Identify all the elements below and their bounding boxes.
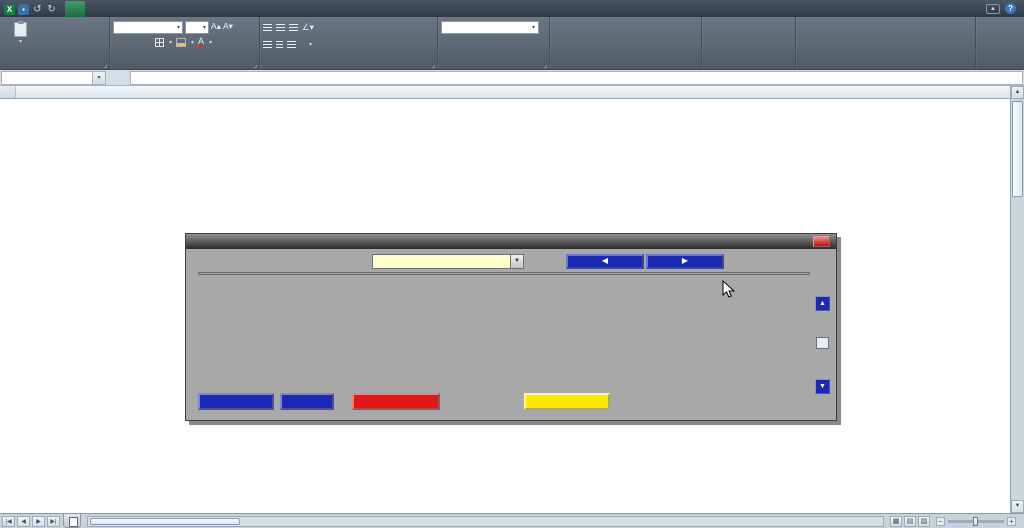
font-name-select[interactable]: ▾ [113, 21, 183, 34]
help-icon[interactable]: ? [1005, 3, 1016, 14]
dialog-close-icon[interactable] [813, 236, 830, 247]
dialog-form [198, 272, 810, 275]
excel-app-icon: X [4, 4, 15, 15]
zoom-control: − + [936, 517, 1016, 526]
undo-icon[interactable]: ↺ [32, 4, 43, 15]
collapse-ribbon-icon[interactable]: ▲ [986, 4, 1000, 14]
dialog-title-bar[interactable] [186, 234, 836, 249]
dialog-scroll-up-icon[interactable]: ▲ [815, 296, 830, 311]
table-select-value [373, 255, 510, 268]
excel-window: X ▪ ↺ ↻ ▲ ? ▾ [0, 0, 1024, 528]
submit-button[interactable] [198, 393, 274, 410]
ribbon-group-editing [796, 17, 976, 69]
cells-items [705, 19, 792, 21]
ribbon-group-number: ▾ [438, 17, 550, 69]
cancel-button[interactable] [280, 393, 334, 410]
increase-font-icon[interactable]: A▴ [211, 21, 221, 34]
decrease-font-icon[interactable]: A▾ [223, 21, 233, 34]
save-icon[interactable]: ▪ [18, 4, 29, 15]
horizontal-scrollbar[interactable] [87, 516, 884, 527]
group-label-number[interactable] [438, 59, 549, 69]
vertical-scrollbar[interactable]: ▲ ▼ [1010, 86, 1024, 513]
borders-icon[interactable] [155, 38, 164, 47]
group-label-alignment[interactable] [260, 59, 437, 69]
select-all-corner[interactable] [0, 86, 16, 98]
eingabemaske-dialog: ▼ ◀ ▶ ▲ ▼ [185, 233, 837, 421]
dialog-scroll-thumb[interactable] [816, 337, 829, 349]
ribbon: ▾ ▾ ▾ A▴ A▾ ▾ ▾ A▾ [0, 17, 1024, 70]
next-record-button[interactable]: ▶ [646, 254, 724, 269]
ribbon-group-font: ▾ ▾ A▴ A▾ ▾ ▾ A▾ [110, 17, 260, 69]
formula-bar: ▾ [0, 70, 1024, 86]
align-middle-icon[interactable] [276, 24, 285, 31]
first-sheet-icon[interactable]: |◀ [2, 516, 15, 527]
name-box[interactable] [1, 71, 93, 85]
align-center-icon[interactable] [276, 41, 283, 48]
fill-color-icon[interactable] [176, 38, 186, 47]
horizontal-scroll-thumb[interactable] [90, 518, 240, 525]
scroll-up-icon[interactable]: ▲ [1011, 86, 1024, 99]
quick-access-toolbar: X ▪ ↺ ↻ [0, 4, 63, 17]
ribbon-tab-bar: X ▪ ↺ ↻ ▲ ? [0, 0, 1024, 17]
group-label-editing[interactable] [796, 59, 975, 69]
align-top-icon[interactable] [263, 24, 272, 31]
group-label-font[interactable] [110, 59, 259, 69]
dialog-buttons [198, 393, 610, 410]
window-controls: ▲ ? [978, 3, 1024, 17]
font-color-icon[interactable]: A [198, 37, 204, 47]
group-label-styles[interactable] [550, 59, 701, 69]
formula-input[interactable] [130, 71, 1023, 85]
ribbon-group-alignment: ∠▾ ▾ [260, 17, 438, 69]
zoom-slider-thumb[interactable] [973, 517, 978, 526]
chevron-down-icon: ▾ [309, 41, 312, 48]
ribbon-group-clipboard: ▾ [0, 17, 110, 69]
align-right-icon[interactable] [287, 41, 296, 48]
column-header-row [0, 86, 1010, 99]
delete-entry-button[interactable] [524, 393, 610, 410]
clipboard-icon [14, 22, 27, 37]
zoom-slider[interactable] [948, 520, 1004, 523]
sheet-tab-bar: |◀ ◀ ▶ ▶| ▦ ▤ ▨ − + [0, 513, 1024, 528]
scroll-down-icon[interactable]: ▼ [1011, 500, 1024, 513]
align-bottom-icon[interactable] [289, 24, 298, 31]
dialog-toolbar: ▼ ◀ ▶ [198, 253, 824, 270]
zoom-in-icon[interactable]: + [1007, 517, 1016, 526]
table-select[interactable]: ▼ [372, 254, 524, 269]
wrap-text-button[interactable] [318, 21, 322, 34]
merge-center-button[interactable] [300, 38, 304, 51]
clear-all-button[interactable] [352, 393, 440, 410]
chevron-down-icon: ▾ [19, 38, 22, 45]
group-label-cells[interactable] [702, 59, 795, 69]
paste-button[interactable]: ▾ [3, 19, 37, 59]
zoom-out-icon[interactable]: − [936, 517, 945, 526]
redo-icon[interactable]: ↻ [46, 4, 57, 15]
ribbon-group-styles [550, 17, 702, 69]
insert-worksheet-icon[interactable] [63, 514, 81, 528]
styles-items [553, 19, 698, 21]
mouse-cursor-icon [722, 280, 735, 299]
name-box-dropdown-icon[interactable]: ▾ [93, 71, 106, 85]
orientation-icon[interactable]: ∠▾ [302, 22, 314, 33]
previous-record-button[interactable]: ◀ [566, 254, 644, 269]
dialog-scrollbar[interactable]: ▲ ▼ [815, 296, 830, 394]
next-sheet-icon[interactable]: ▶ [32, 516, 45, 527]
number-format-select[interactable]: ▾ [441, 21, 539, 34]
align-left-icon[interactable] [263, 41, 272, 48]
editing-small-items [799, 19, 883, 59]
last-sheet-icon[interactable]: ▶| [47, 516, 60, 527]
table-select-dropdown-icon[interactable]: ▼ [510, 255, 523, 268]
page-layout-view-icon[interactable]: ▤ [904, 516, 916, 527]
tab-datei[interactable] [65, 1, 85, 17]
page-break-view-icon[interactable]: ▨ [918, 516, 930, 527]
group-label-clipboard[interactable] [0, 59, 109, 69]
normal-view-icon[interactable]: ▦ [890, 516, 902, 527]
ribbon-group-cells [702, 17, 796, 69]
previous-sheet-icon[interactable]: ◀ [17, 516, 30, 527]
view-shortcuts: ▦ ▤ ▨ [890, 516, 930, 527]
dialog-scroll-down-icon[interactable]: ▼ [815, 379, 830, 394]
vertical-scroll-thumb[interactable] [1012, 101, 1023, 197]
font-size-select[interactable]: ▾ [185, 21, 209, 34]
record-navigation: ◀ ▶ [566, 254, 724, 269]
